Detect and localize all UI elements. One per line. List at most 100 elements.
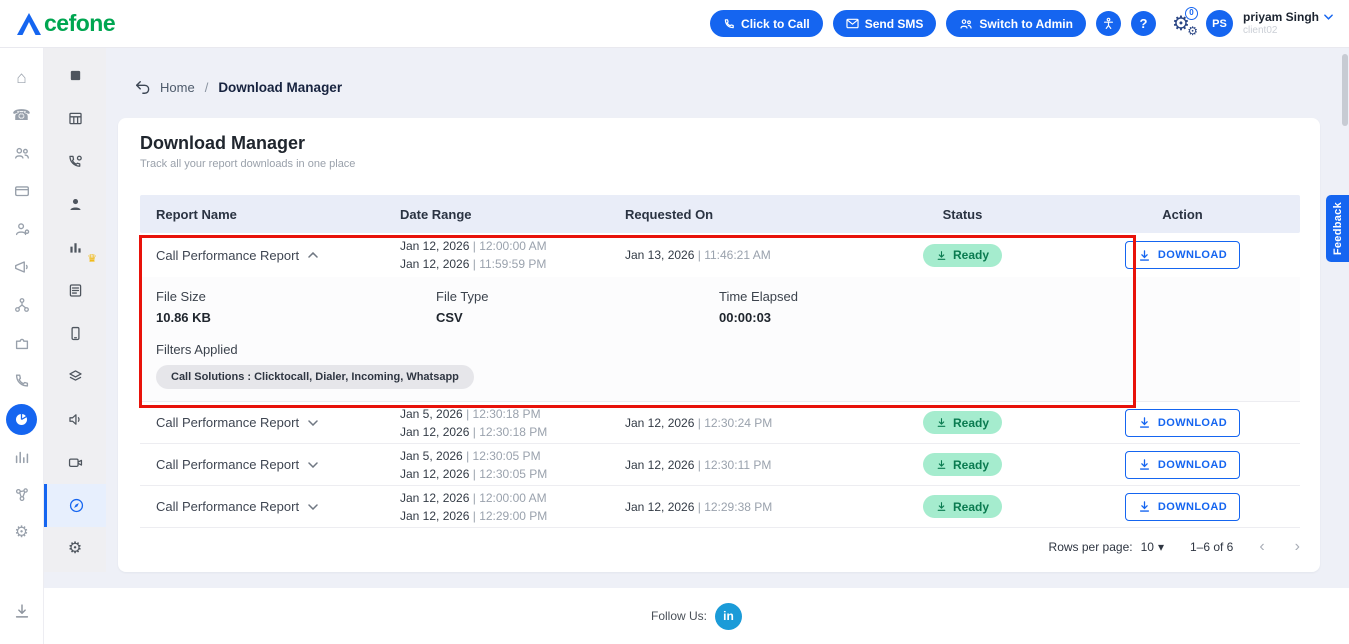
- user-icon: [69, 198, 81, 211]
- requested-time: | 11:46:21 AM: [697, 248, 771, 262]
- report-name-toggle[interactable]: Call Performance Report: [140, 415, 400, 430]
- date-range-cell: Jan 12, 2026 | 12:00:00 AM Jan 12, 2026 …: [400, 489, 625, 525]
- crown-badge-icon: ♛: [87, 253, 97, 265]
- sidebar-item-user-settings[interactable]: [0, 210, 43, 248]
- requested-time: | 12:30:24 PM: [697, 415, 773, 430]
- download-icon: [937, 250, 946, 260]
- subnav-item-analytics-premium[interactable]: ♛: [44, 226, 106, 269]
- sidebar-item-network[interactable]: [0, 476, 43, 514]
- switch-to-admin-button[interactable]: Switch to Admin: [946, 10, 1086, 37]
- download-icon: [15, 604, 28, 618]
- range-start-date: Jan 5, 2026: [400, 406, 463, 421]
- linkedin-icon[interactable]: in: [715, 602, 742, 630]
- org-chart-icon: [14, 298, 29, 312]
- range-end-date: Jan 12, 2026: [400, 508, 470, 523]
- download-button[interactable]: DOWNLOAD: [1124, 492, 1241, 521]
- next-page-button[interactable]: ›: [1295, 539, 1300, 555]
- rows-per-page-label: Rows per page:: [1048, 540, 1133, 554]
- report-name-toggle[interactable]: Call Performance Report: [140, 248, 400, 263]
- chevron-down-icon: [308, 503, 318, 510]
- page-footer: Follow Us: in: [44, 588, 1349, 644]
- report-name-toggle[interactable]: Call Performance Report: [140, 499, 400, 514]
- requested-date: Jan 13, 2026: [625, 248, 695, 262]
- subnav-item-table-view[interactable]: [44, 97, 106, 140]
- subnav-item-announcements[interactable]: [44, 398, 106, 441]
- report-name: Call Performance Report: [156, 247, 300, 263]
- report-list-icon: [69, 284, 81, 297]
- download-button[interactable]: DOWNLOAD: [1124, 408, 1241, 437]
- download-icon: [1139, 417, 1149, 428]
- download-label: DOWNLOAD: [1157, 458, 1228, 471]
- status-label: Ready: [952, 499, 990, 514]
- sidebar-item-call-settings[interactable]: [0, 362, 43, 400]
- download-button[interactable]: DOWNLOAD: [1124, 450, 1241, 479]
- accessibility-button[interactable]: [1095, 11, 1121, 36]
- download-label: DOWNLOAD: [1157, 500, 1228, 513]
- time-elapsed-block: Time Elapsed 00:00:03: [719, 289, 798, 325]
- subnav-item-agents[interactable]: [44, 183, 106, 226]
- video-camera-icon: [68, 458, 82, 467]
- sidebar-item-billing[interactable]: [0, 172, 43, 210]
- notification-badge: 0: [1184, 6, 1198, 20]
- report-name: Call Performance Report: [156, 415, 300, 430]
- feedback-tab[interactable]: Feedback: [1326, 195, 1349, 262]
- subnav-item-layers[interactable]: [44, 355, 106, 398]
- back-arrow-icon: [136, 80, 150, 94]
- gear-icon: ⚙: [67, 539, 83, 557]
- sidebar-item-analytics[interactable]: [0, 438, 43, 476]
- sidebar-item-contacts[interactable]: [0, 134, 43, 172]
- gear-small-icon: ⚙: [1187, 23, 1198, 38]
- sidebar-item-calls[interactable]: ☎: [0, 96, 43, 134]
- report-name-toggle[interactable]: Call Performance Report: [140, 457, 400, 472]
- sidebar-item-integrations[interactable]: [0, 324, 43, 362]
- sidebar-item-home[interactable]: ⌂: [0, 58, 43, 96]
- home-icon: ⌂: [16, 67, 27, 87]
- subnav-item-dashboard[interactable]: [44, 54, 106, 97]
- sidebar-item-campaigns[interactable]: [0, 248, 43, 286]
- requested-time: | 12:29:38 PM: [697, 499, 773, 514]
- send-sms-button[interactable]: Send SMS: [832, 10, 937, 37]
- back-button[interactable]: [134, 80, 150, 95]
- integrations-menu[interactable]: ⚙ ⚙ 0: [1166, 6, 1198, 38]
- status-cell: Ready: [860, 243, 1065, 267]
- download-manager-page: { "brand": {"full": "Acefone", "wordmark…: [0, 0, 1349, 644]
- subnav-item-video[interactable]: [44, 441, 106, 484]
- compass-icon: [69, 498, 84, 513]
- subnav-item-report-list[interactable]: [44, 269, 106, 312]
- sidebar-item-downloads[interactable]: [0, 592, 43, 630]
- users-icon: [960, 18, 973, 29]
- table-icon: [68, 112, 82, 125]
- download-button[interactable]: DOWNLOAD: [1124, 241, 1241, 269]
- user-menu[interactable]: priyam Singh client02: [1243, 10, 1333, 36]
- click-to-call-label: Click to Call: [741, 16, 810, 31]
- sidebar-item-reports[interactable]: [0, 400, 43, 438]
- rows-per-page-select[interactable]: 10 ▾: [1141, 540, 1164, 554]
- user-avatar[interactable]: PS: [1205, 10, 1233, 37]
- status-cell: Ready: [860, 495, 1065, 518]
- action-cell: DOWNLOAD: [1065, 492, 1300, 521]
- time-elapsed-value: 00:00:03: [719, 310, 772, 325]
- col-date-range: Date Range: [400, 206, 472, 222]
- subnav-item-call-config[interactable]: [44, 140, 106, 183]
- click-to-call-button[interactable]: Click to Call: [710, 10, 823, 37]
- sidebar-item-org[interactable]: [0, 286, 43, 324]
- col-requested-on: Requested On: [625, 206, 714, 222]
- download-icon: [937, 502, 946, 511]
- range-start-date: Jan 12, 2026: [400, 239, 470, 253]
- range-start-time: | 12:30:05 PM: [466, 448, 541, 463]
- action-cell: DOWNLOAD: [1065, 241, 1300, 269]
- range-end-time: | 12:30:18 PM: [472, 424, 548, 439]
- previous-page-button[interactable]: ‹: [1259, 539, 1264, 555]
- scrollbar[interactable]: [1342, 54, 1348, 126]
- subnav-item-mobile[interactable]: [44, 312, 106, 355]
- subnav-item-settings[interactable]: ⚙: [44, 527, 106, 570]
- sidebar-primary: ⌂ ☎ ⚙: [0, 48, 44, 644]
- subnav-item-download-manager[interactable]: [44, 484, 106, 527]
- help-button[interactable]: ?: [1130, 11, 1156, 36]
- acefone-logo[interactable]: cefone: [16, 10, 116, 37]
- file-type-block: File Type CSV: [436, 289, 719, 325]
- sidebar-item-settings[interactable]: ⚙: [0, 514, 43, 552]
- col-status: Status: [942, 206, 983, 222]
- requested-on-cell: Jan 12, 2026 | 12:30:11 PM: [625, 456, 860, 474]
- breadcrumb-home-link[interactable]: Home: [160, 80, 195, 95]
